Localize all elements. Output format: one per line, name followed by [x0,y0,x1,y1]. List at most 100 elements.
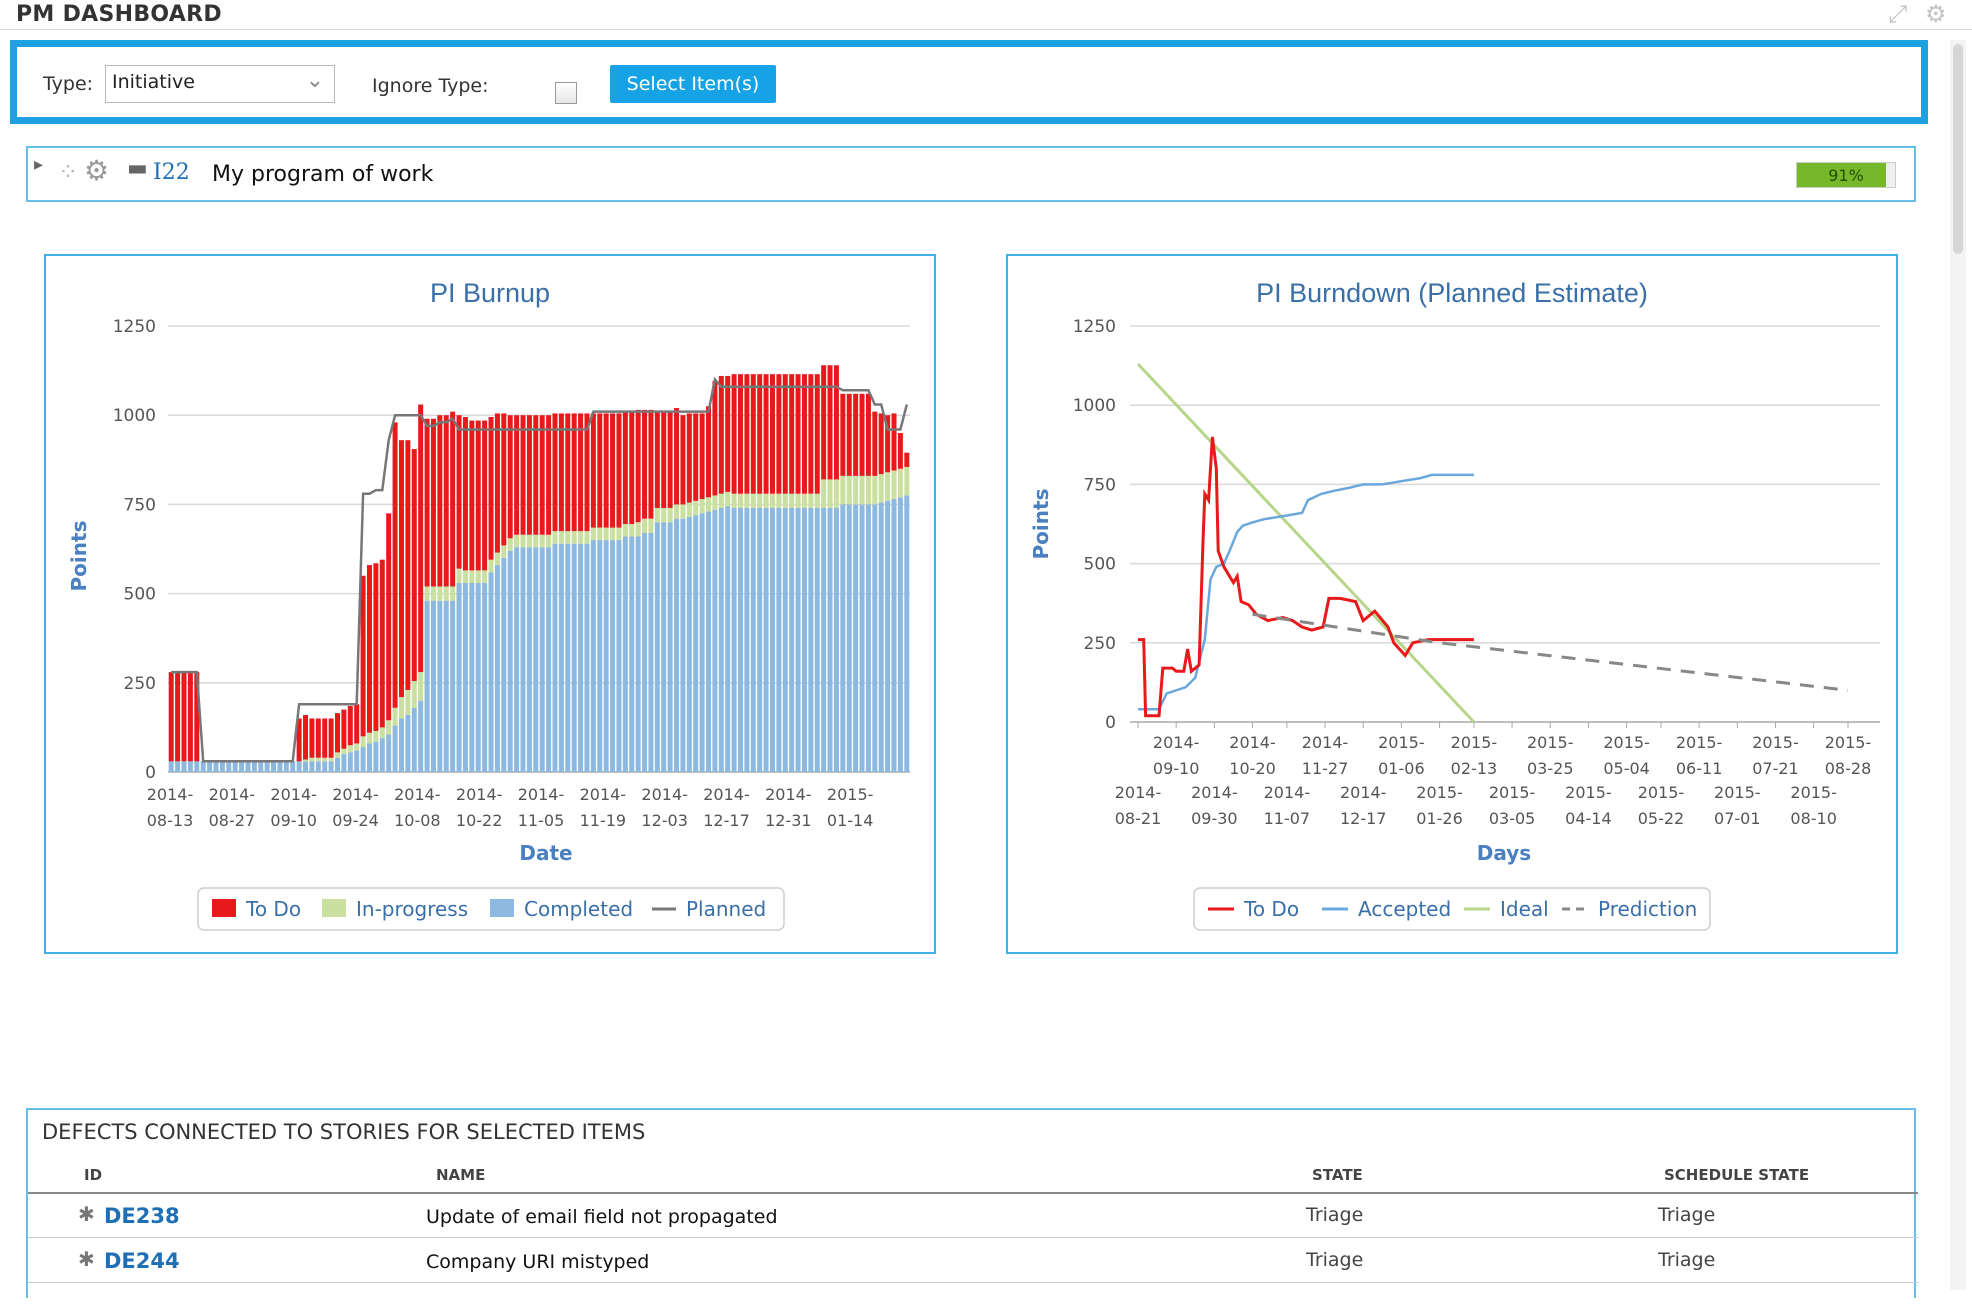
bar-in-progress [552,531,558,544]
bar-in-progress [303,759,309,762]
column-header-id[interactable]: ID [84,1166,102,1184]
x-tick-label: 09-24 [332,811,379,830]
scrollbar[interactable] [1950,40,1966,1290]
chart-title: PI Burnup [430,278,550,308]
bar-in-progress [450,586,456,601]
bar-todo [750,374,756,494]
y-tick-label: 1000 [1073,396,1116,416]
item-gear-icon[interactable]: ⚙ [84,154,109,187]
defect-id-link[interactable]: DE238 [104,1204,180,1228]
bar-completed [175,761,181,772]
column-header-schedule-state[interactable]: SCHEDULE STATE [1664,1166,1809,1184]
bar-completed [552,543,558,772]
bar-in-progress [584,531,590,544]
bar-todo [872,411,878,476]
bar-completed [897,497,903,772]
bar-in-progress [328,757,334,762]
table-row[interactable]: ✱ DE244 Company URI mistyped Triage Tria… [28,1239,1918,1283]
bar-completed [718,507,724,772]
bar-completed [801,507,807,772]
bar-todo [853,393,859,476]
bar-completed [635,536,641,772]
x-tick-label: 11-07 [1264,809,1311,828]
bar-in-progress [750,493,756,508]
x-tick-label: 01-06 [1378,759,1425,778]
x-tick-label: 04-14 [1565,809,1612,828]
bar-in-progress [603,527,609,541]
ignore-type-label: Ignore Type: [372,75,489,97]
bar-todo [526,415,532,535]
bar-in-progress [398,697,404,719]
bar-completed [616,540,622,772]
x-tick-label: 2014- [703,785,750,804]
bar-completed [693,515,699,772]
defects-panel: DEFECTS CONNECTED TO STORIES FOR SELECTE… [26,1108,1918,1298]
type-dropdown[interactable]: Initiative ⌄ [105,65,335,103]
column-header-name[interactable]: NAME [436,1166,485,1184]
item-name: My program of work [212,162,434,187]
x-tick-label: 2015- [1638,783,1685,802]
ignore-type-checkbox[interactable] [555,82,577,104]
bar-todo [763,374,769,494]
x-tick-label: 01-26 [1416,809,1463,828]
defects-title: DEFECTS CONNECTED TO STORIES FOR SELECTE… [42,1120,646,1144]
bar-completed [891,499,897,772]
expand-icon[interactable]: ⤢ [1888,0,1907,28]
bar-todo [590,413,596,528]
scrollbar-thumb[interactable] [1953,44,1963,254]
defect-id-link[interactable]: DE244 [104,1249,180,1273]
bar-completed [833,507,839,772]
bar-completed [590,540,596,772]
x-tick-label: 10-20 [1229,759,1276,778]
bar-in-progress [718,493,724,508]
bar-completed [507,550,513,772]
bar-completed [539,547,545,772]
todo-line [1138,436,1474,718]
bar-todo [360,575,366,737]
column-header-state[interactable]: STATE [1312,1166,1363,1184]
bar-completed [514,547,520,772]
bar-todo [430,418,436,587]
bar-completed [213,761,219,772]
bar-todo [533,415,539,535]
y-tick-label: 250 [1084,634,1116,654]
bar-completed [283,761,289,772]
x-tick-label: 2014- [580,785,627,804]
bar-completed [187,761,193,772]
bar-todo [712,381,718,496]
x-tick-label: 2014- [1229,733,1276,752]
x-tick-label: 11-19 [580,811,627,830]
bar-in-progress [814,493,820,508]
bar-todo [341,709,347,749]
item-id-link[interactable]: I22 [153,160,190,185]
bar-todo [494,413,500,553]
bar-completed [859,504,865,772]
bar-completed [840,504,846,772]
bar-completed [642,532,648,772]
item-progress-bar: 91% [1796,162,1896,188]
bar-in-progress [635,522,641,537]
select-items-button[interactable]: Select Item(s) [610,65,776,103]
bar-in-progress [706,497,712,512]
bar-todo [424,418,430,587]
bar-in-progress [757,493,763,508]
bar-in-progress [507,538,513,551]
bar-completed [674,518,680,772]
legend[interactable]: To Do Accepted Ideal Prediction [1193,887,1711,931]
bar-todo [904,452,910,467]
bar-in-progress [462,570,468,583]
x-tick-label: 08-13 [147,811,194,830]
gear-icon[interactable]: ⚙ [1925,0,1947,28]
expand-arrow-icon[interactable]: ▸ [34,154,43,175]
legend[interactable]: To Do In-progress Completed Planned [197,887,785,931]
drag-handle-icon[interactable]: ⁘ [58,158,78,186]
x-tick-label: 2014- [1264,783,1311,802]
table-row[interactable]: ✱ DE238 Update of email field not propag… [28,1194,1918,1238]
legend-label: Prediction [1598,897,1697,921]
legend-swatch [490,899,514,917]
x-tick-label: 2014- [1302,733,1349,752]
progress-label: 91% [1828,166,1864,185]
legend-label: In-progress [356,897,468,921]
bar-in-progress [654,507,660,523]
grid [1130,325,1880,723]
